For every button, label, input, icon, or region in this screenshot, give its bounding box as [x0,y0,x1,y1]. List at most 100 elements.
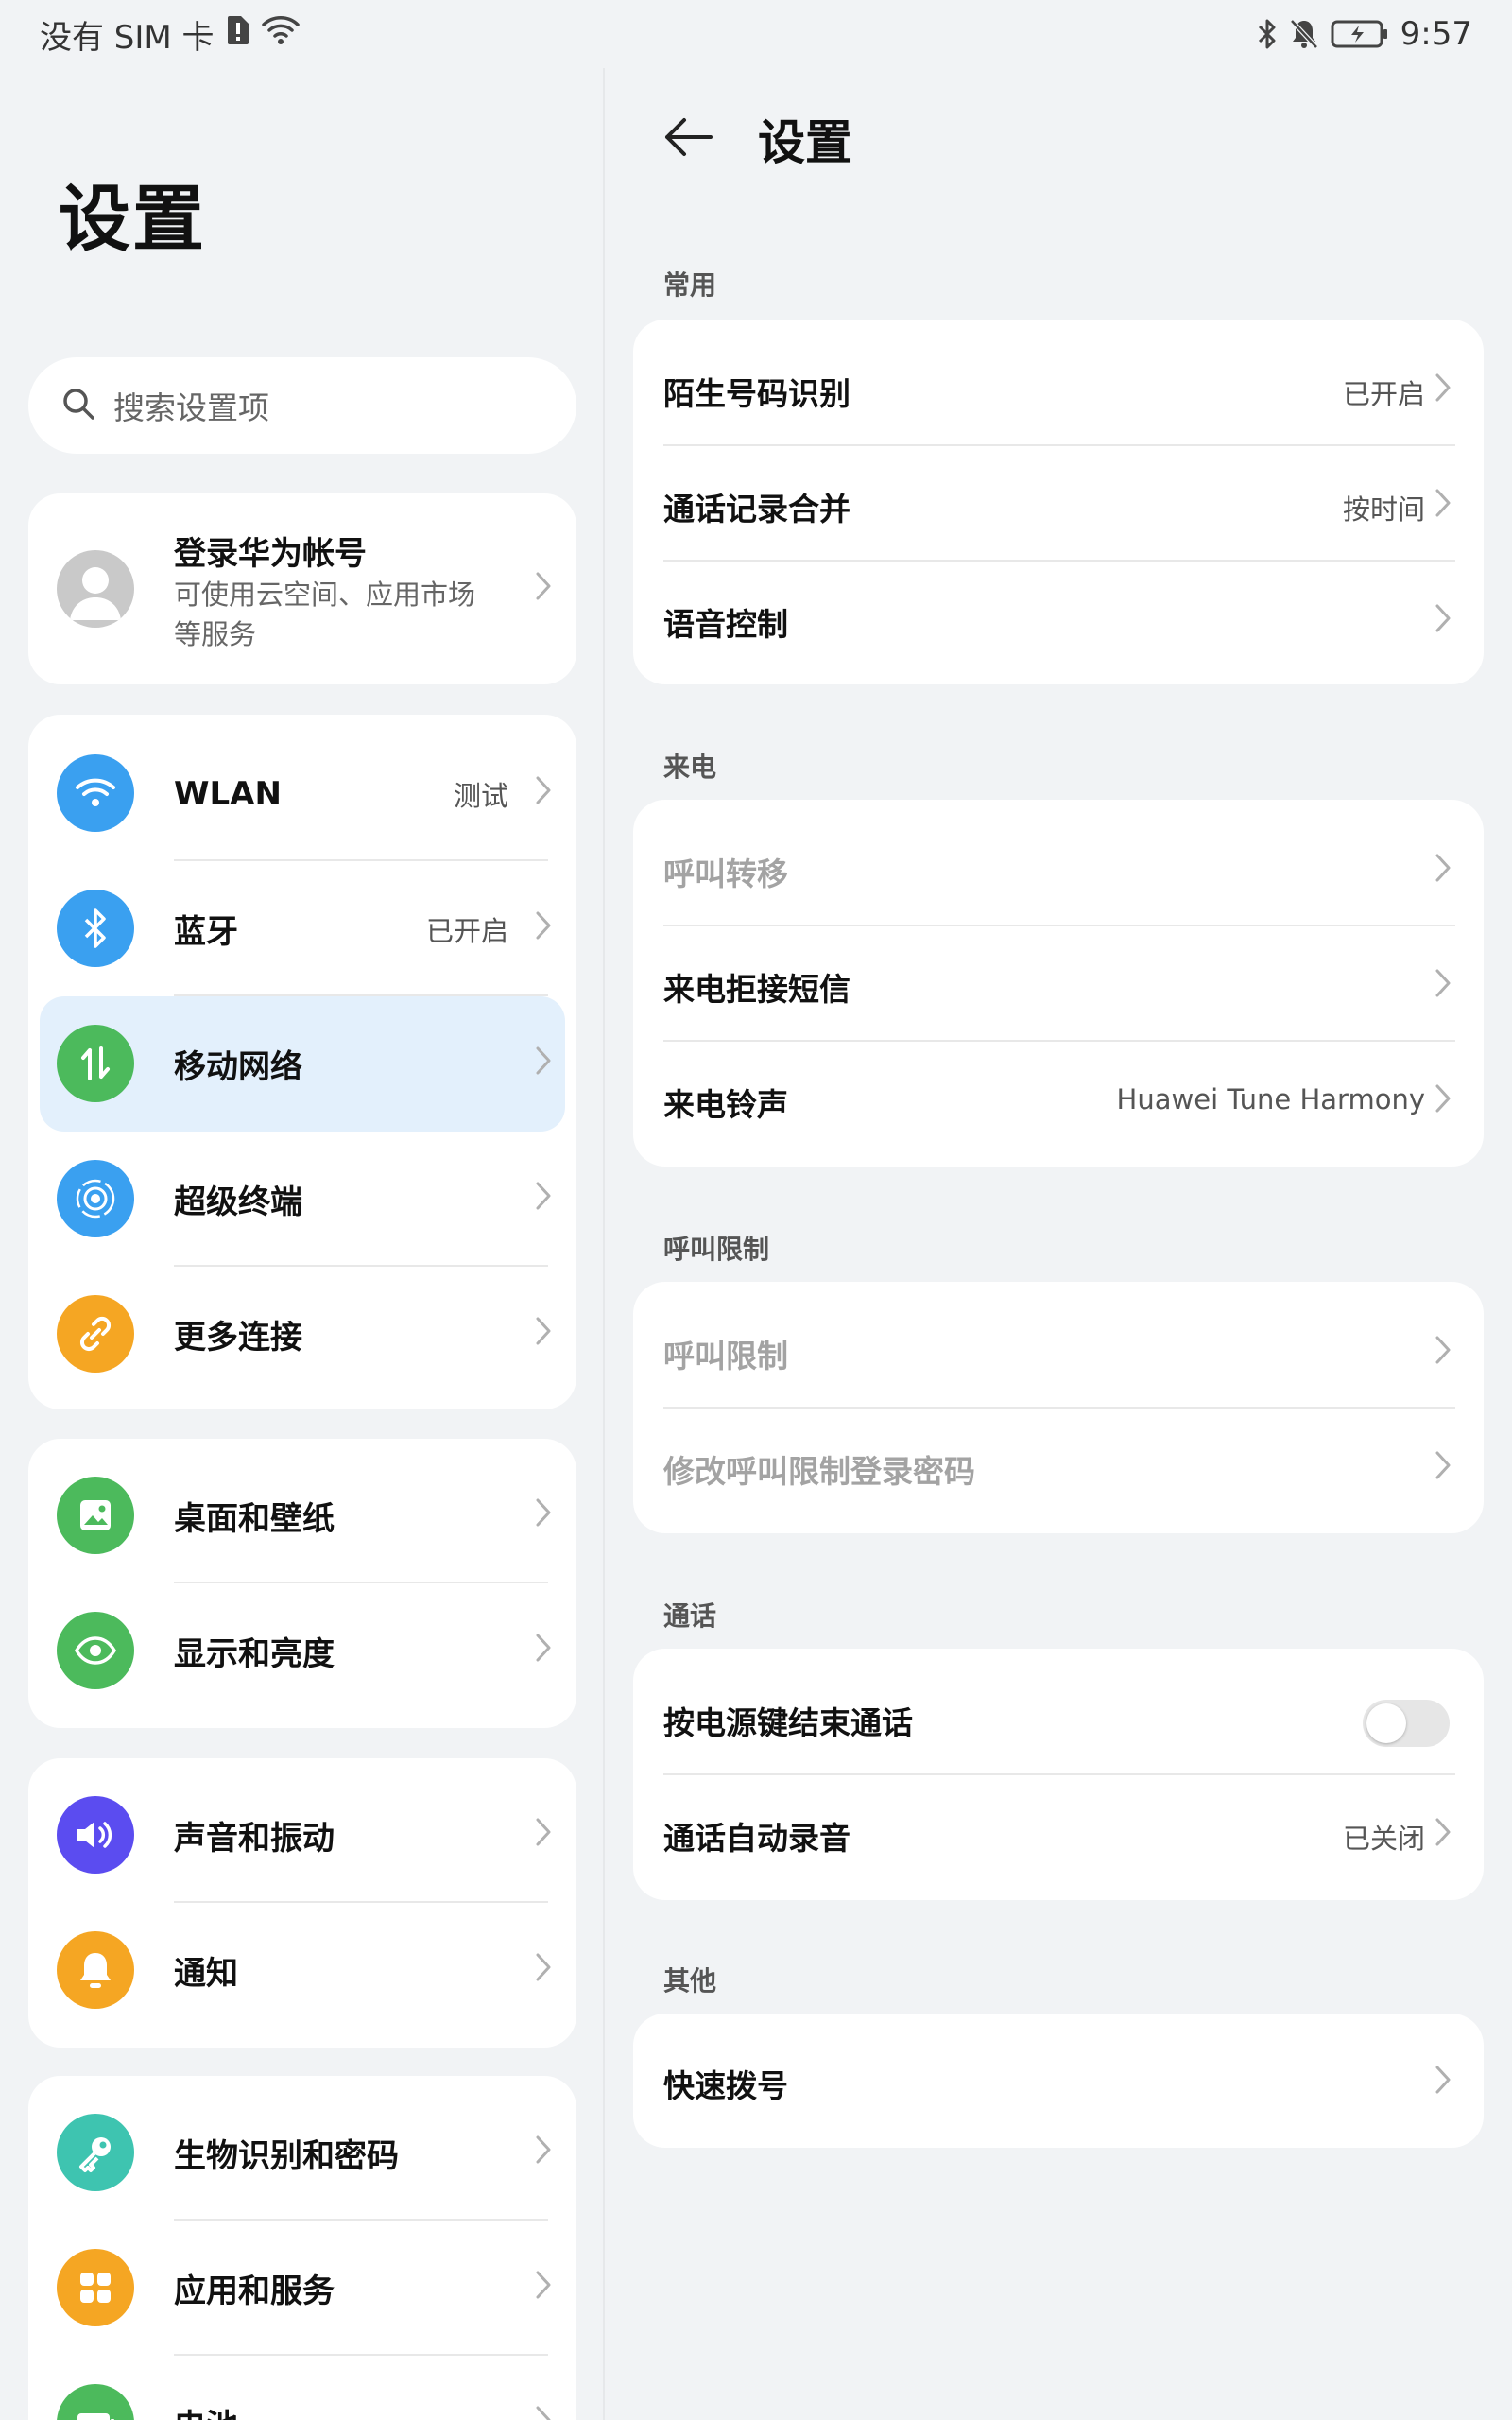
sidebar-item-wlan[interactable]: WLAN 测试 [28,726,576,861]
chevron-right-icon [535,775,552,809]
sidebar-item-notifications[interactable]: 通知 [28,1903,576,2038]
sidebar-item-mobile-network[interactable]: 移动网络 [28,996,576,1132]
row-label: 陌生号码识别 [663,375,850,412]
bluetooth-icon [1257,18,1278,50]
sidebar-item-bluetooth[interactable]: 蓝牙 已开启 [28,861,576,996]
wallpaper-icon [57,1477,134,1554]
chevron-right-icon [1435,853,1452,887]
search-input[interactable]: 搜索设置项 [28,357,576,454]
other-card: 快速拨号 [633,2014,1484,2148]
row-ringtone[interactable]: 来电铃声 Huawei Tune Harmony [633,1042,1484,1157]
row-call-forwarding[interactable]: 呼叫转移 [633,811,1484,926]
chevron-right-icon [535,571,552,605]
row-call-barring[interactable]: 呼叫限制 [633,1293,1484,1409]
sidebar-item-super-device[interactable]: 超级终端 [28,1132,576,1267]
row-auto-record[interactable]: 通话自动录音 已关闭 [633,1775,1484,1891]
clock: 9:57 [1400,15,1472,53]
avatar [57,550,134,628]
row-speed-dial[interactable]: 快速拨号 [633,2023,1484,2138]
sidebar-item-value: 测试 [453,779,508,812]
chevron-right-icon [535,1817,552,1851]
sidebar-item-label: 移动网络 [174,1048,302,1086]
search-icon [60,386,96,425]
chevron-right-icon [535,2405,552,2420]
sim-alert-icon [226,14,250,55]
back-arrow-icon[interactable] [662,116,714,162]
security-group: 生物识别和密码 应用和服务 电池 [28,2076,576,2420]
account-name: 登录华为帐号 [174,535,367,573]
chevron-right-icon [1435,1817,1452,1851]
bell-icon [57,1931,134,2009]
detail-title: 设置 [758,115,852,170]
apps-icon [57,2249,134,2326]
row-label: 快速拨号 [663,2067,788,2104]
chevron-right-icon [1435,1083,1452,1117]
sidebar-item-biometrics[interactable]: 生物识别和密码 [28,2085,576,2221]
sidebar-item-value: 已开启 [425,914,508,947]
chevron-right-icon [1435,1335,1452,1369]
detail-header: 设置 [662,106,852,172]
row-change-barring-password[interactable]: 修改呼叫限制登录密码 [633,1409,1484,1524]
carrier-text: 没有 SIM 卡 [40,18,215,57]
chevron-right-icon [1435,2065,1452,2099]
mute-bell-icon [1289,18,1319,50]
row-unknown-number-id[interactable]: 陌生号码识别 已开启 [633,331,1484,446]
sidebar-item-battery[interactable]: 电池 [28,2356,576,2420]
sidebar-item-wallpaper[interactable]: 桌面和壁纸 [28,1448,576,1583]
sidebar-item-label: 桌面和壁纸 [174,1500,335,1538]
sound-group: 声音和振动 通知 [28,1758,576,2048]
screen: 没有 SIM 卡 9:57 设置 搜索设置项 登录华为帐号 可使用云空间、应用市… [0,0,1512,2420]
row-label: 通话记录合并 [663,491,850,527]
call-barring-card: 呼叫限制 修改呼叫限制登录密码 [633,1282,1484,1533]
chevron-right-icon [535,1046,552,1080]
row-value: 已关闭 [1342,1823,1425,1855]
common-card: 陌生号码识别 已开启 通话记录合并 按时间 语音控制 [633,320,1484,684]
row-value: 已开启 [1342,378,1425,410]
page-title: 设置 [59,177,206,261]
sidebar-item-label: 声音和振动 [174,1820,335,1858]
row-power-key-end-call[interactable]: 按电源键结束通话 [633,1660,1484,1775]
incoming-card: 呼叫转移 来电拒接短信 来电铃声 Huawei Tune Harmony [633,800,1484,1167]
chevron-right-icon [535,1952,552,1986]
row-label: 按电源键结束通话 [663,1704,913,1741]
chevron-right-icon [535,2270,552,2304]
chevron-right-icon [1435,372,1452,406]
chevron-right-icon [535,2135,552,2169]
sidebar-item-sound[interactable]: 声音和振动 [28,1768,576,1903]
sidebar-item-label: 超级终端 [174,1184,302,1221]
chevron-right-icon [1435,603,1452,637]
section-label-incoming: 来电 [663,752,717,783]
row-voice-control[interactable]: 语音控制 [633,562,1484,677]
chevron-right-icon [535,1181,552,1215]
section-label-other: 其他 [663,1965,717,1996]
battery-charging-icon [1331,19,1389,49]
account-card[interactable]: 登录华为帐号 可使用云空间、应用市场等服务 [28,493,576,684]
row-reject-sms[interactable]: 来电拒接短信 [633,926,1484,1042]
row-call-log-merge[interactable]: 通话记录合并 按时间 [633,446,1484,562]
calling-card: 按电源键结束通话 通话自动录音 已关闭 [633,1649,1484,1900]
section-label-call-barring: 呼叫限制 [663,1234,770,1265]
sidebar-item-apps[interactable]: 应用和服务 [28,2221,576,2356]
sidebar-item-label: 应用和服务 [174,2273,335,2310]
status-right: 9:57 [1257,15,1472,53]
display-group: 桌面和壁纸 显示和亮度 [28,1439,576,1728]
power-key-end-call-toggle[interactable] [1363,1700,1450,1747]
row-label: 修改呼叫限制登录密码 [663,1453,975,1490]
row-label: 呼叫转移 [663,856,788,892]
row-label: 通话自动录音 [663,1820,850,1857]
link-icon [57,1295,134,1373]
mobile-data-icon [57,1025,134,1102]
sidebar-item-display[interactable]: 显示和亮度 [28,1583,576,1719]
chevron-right-icon [535,910,552,944]
wifi-icon [261,15,300,54]
sidebar-item-label: WLAN [174,774,282,813]
row-label: 来电拒接短信 [663,971,850,1008]
battery-icon [57,2384,134,2420]
super-device-icon [57,1160,134,1237]
key-icon [57,2114,134,2191]
chevron-right-icon [1435,1450,1452,1484]
sidebar-item-more-connections[interactable]: 更多连接 [28,1267,576,1402]
speaker-icon [57,1796,134,1874]
sidebar-item-label: 电池 [174,2400,238,2420]
sidebar-item-label: 蓝牙 [174,913,238,951]
